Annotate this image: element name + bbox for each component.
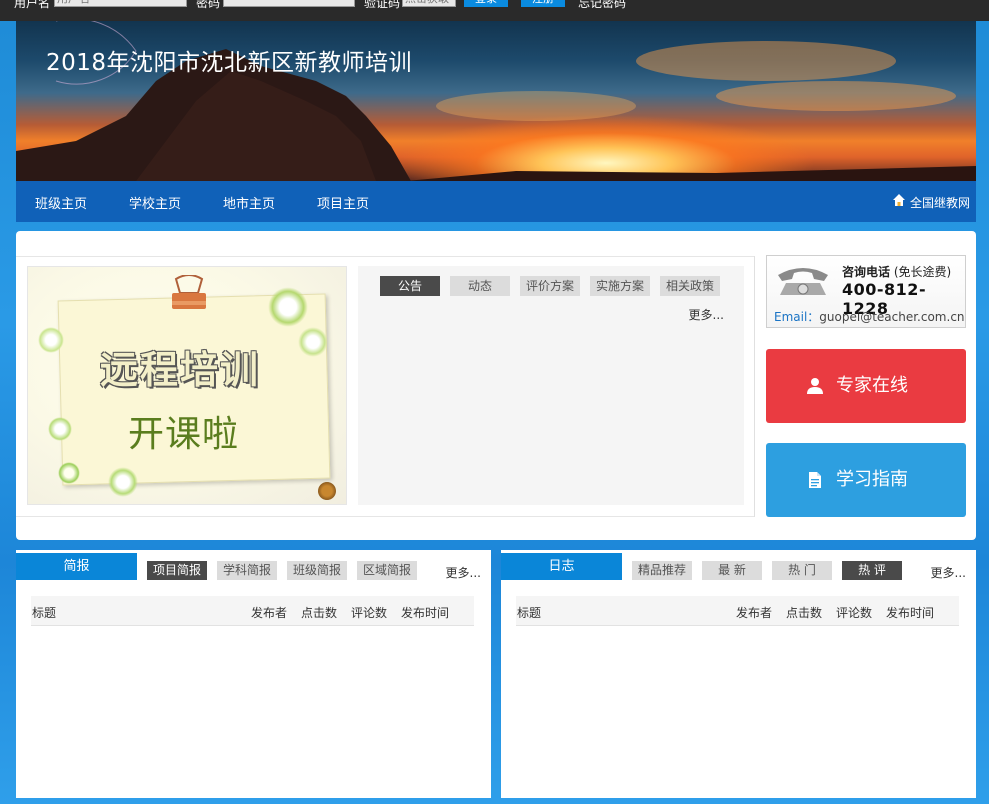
blog-title: 日志 (501, 553, 622, 580)
login-bar: 用户名 密码 验证码 登录 注册 忘记密码 (0, 0, 989, 21)
tab-implementation-plan[interactable]: 实施方案 (590, 276, 650, 296)
slide-subheadline: 开课啦 (128, 414, 240, 455)
announcement-panel: 公告 动态 评价方案 实施方案 相关政策 更多... (358, 266, 744, 505)
document-icon (809, 472, 821, 488)
flower-decoration (268, 287, 308, 327)
tab-popular[interactable]: 热 门 (772, 561, 832, 580)
column-comments: 评论数 (351, 606, 388, 620)
divider (16, 516, 755, 517)
tab-subject-briefing[interactable]: 学科简报 (217, 561, 277, 580)
column-comments: 评论数 (836, 606, 873, 620)
column-clicks: 点击数 (786, 606, 823, 620)
tab-latest[interactable]: 最 新 (702, 561, 762, 580)
study-guide-button[interactable]: 学习指南 (766, 443, 966, 517)
tab-hot-comments[interactable]: 热 评 (842, 561, 902, 580)
national-education-link[interactable]: 全国继教网 (910, 194, 970, 211)
binder-clip-icon (172, 275, 206, 309)
banner-slide[interactable]: 远程培训 开课啦 (27, 266, 347, 505)
teddy-bear-decoration (318, 482, 336, 500)
announcement-more-link[interactable]: 更多... (689, 306, 724, 323)
flower-decoration (298, 327, 328, 357)
username-label: 用户名 (14, 0, 51, 10)
telephone-icon (778, 268, 828, 295)
tab-project-briefing[interactable]: 项目简报 (147, 561, 207, 580)
password-input[interactable] (223, 0, 355, 7)
login-button[interactable]: 登录 (464, 0, 508, 7)
forgot-password-link[interactable]: 忘记密码 (578, 0, 626, 11)
password-label: 密码 (196, 0, 221, 10)
tab-region-briefing[interactable]: 区域简报 (357, 561, 417, 580)
divider (16, 256, 755, 257)
expert-online-button[interactable]: 专家在线 (766, 349, 966, 423)
tab-announcement[interactable]: 公告 (380, 276, 440, 296)
flower-decoration (48, 417, 72, 441)
divider (754, 256, 755, 517)
register-button[interactable]: 注册 (521, 0, 565, 7)
nav-school-home[interactable]: 学校主页 (129, 193, 181, 212)
column-title: 标题 (517, 606, 542, 620)
username-input[interactable] (54, 0, 187, 7)
banner: 2018年沈阳市沈北新区新教师培训 (16, 21, 976, 181)
contact-email: Email：guopei@teacher.com.cn (774, 310, 965, 324)
main-panel: 远程培训 开课啦 公告 动态 评价方案 实施方案 相关政策 更多... 咨询电话… (16, 231, 976, 540)
column-clicks: 点击数 (301, 606, 338, 620)
briefing-table-header: 标题 发布者 点击数 评论数 发布时间 (31, 596, 474, 626)
tab-policy[interactable]: 相关政策 (660, 276, 720, 296)
flower-decoration (38, 327, 64, 353)
user-icon (807, 378, 823, 394)
captcha-input[interactable] (402, 0, 456, 7)
home-icon (893, 194, 905, 206)
blog-more-link[interactable]: 更多... (931, 564, 966, 581)
main-nav: 班级主页 学校主页 地市主页 项目主页 全国继教网 (16, 181, 976, 222)
contact-box: 咨询电话 (免长途费) 400-812-1228 Email：guopei@te… (766, 255, 966, 328)
nav-project-home[interactable]: 项目主页 (317, 193, 369, 212)
column-publish-time: 发布时间 (401, 606, 450, 620)
briefing-panel: 简报 项目简报 学科简报 班级简报 区域简报 更多... 标题 发布者 点击数 … (16, 550, 491, 798)
hotline-label: 咨询电话 (免长途费) (842, 265, 952, 279)
column-publisher: 发布者 (736, 606, 773, 620)
page-title: 2018年沈阳市沈北新区新教师培训 (46, 50, 413, 76)
briefing-title: 简报 (16, 553, 137, 580)
flower-decoration (108, 467, 138, 497)
blog-panel: 日志 精品推荐 最 新 热 门 热 评 更多... 标题 发布者 点击数 评论数… (501, 550, 976, 798)
expert-online-label: 专家在线 (836, 375, 908, 396)
column-title: 标题 (32, 606, 57, 620)
tab-featured[interactable]: 精品推荐 (632, 561, 692, 580)
tab-news[interactable]: 动态 (450, 276, 510, 296)
nav-city-home[interactable]: 地市主页 (223, 193, 275, 212)
slide-headline: 远程培训 (100, 347, 261, 392)
study-guide-label: 学习指南 (836, 469, 908, 490)
flower-decoration (58, 462, 80, 484)
blog-table-header: 标题 发布者 点击数 评论数 发布时间 (516, 596, 959, 626)
tab-evaluation-plan[interactable]: 评价方案 (520, 276, 580, 296)
column-publisher: 发布者 (251, 606, 288, 620)
captcha-label: 验证码 (364, 0, 401, 10)
briefing-more-link[interactable]: 更多... (446, 564, 481, 581)
tab-class-briefing[interactable]: 班级简报 (287, 561, 347, 580)
nav-class-home[interactable]: 班级主页 (35, 193, 87, 212)
column-publish-time: 发布时间 (886, 606, 935, 620)
